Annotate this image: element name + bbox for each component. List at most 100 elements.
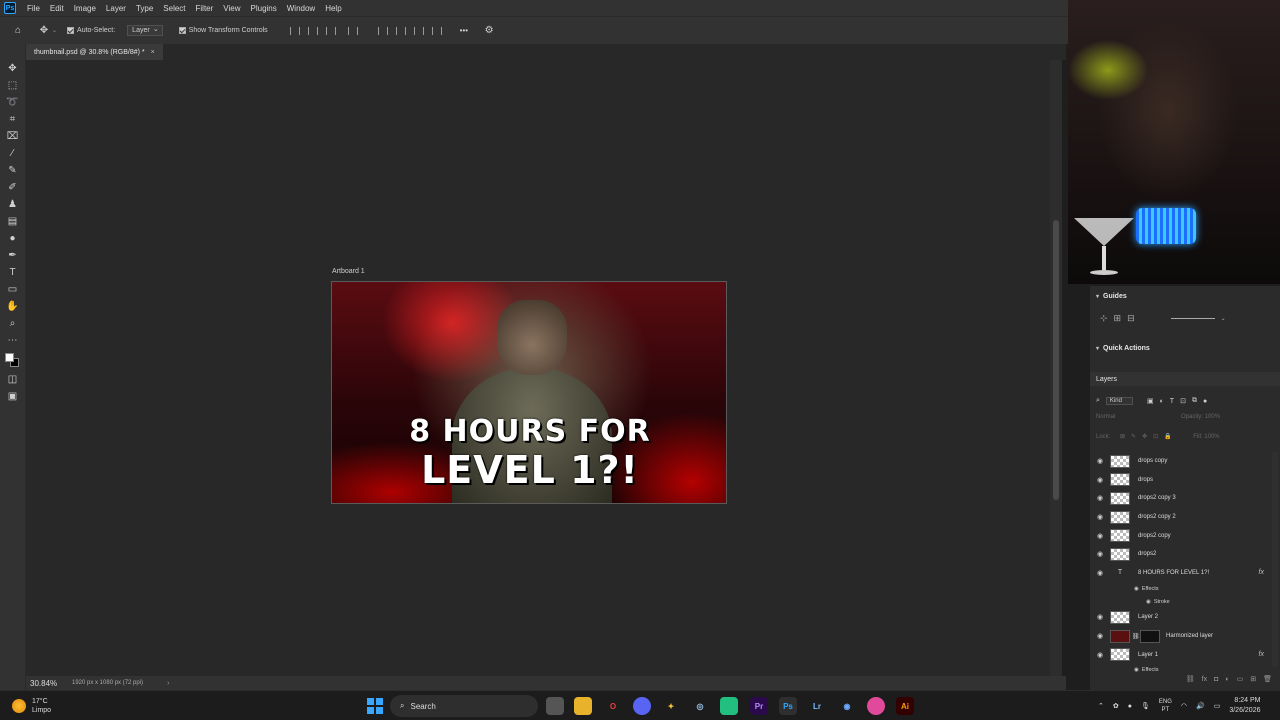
tool-preset-chevron-icon[interactable]: ⌄: [52, 27, 57, 34]
collapse-arrow-icon[interactable]: ▾: [1096, 293, 1099, 300]
menu-file[interactable]: File: [22, 4, 45, 13]
rectangle-tool-icon[interactable]: ▭: [6, 283, 20, 297]
wifi-icon[interactable]: ◠: [1181, 702, 1187, 710]
eye-icon[interactable]: ◉: [1146, 599, 1151, 605]
tray-app-icon[interactable]: ●: [1128, 703, 1132, 710]
fx-icon[interactable]: fx: [1259, 651, 1264, 658]
brush-tool-icon[interactable]: ✐: [6, 181, 20, 195]
task-view-icon[interactable]: [546, 697, 564, 715]
photoshop-taskbar-icon[interactable]: Ps: [779, 697, 797, 715]
tray-app-icon[interactable]: ✿: [1113, 702, 1119, 710]
collapse-arrow-icon[interactable]: ▾: [1096, 345, 1099, 352]
dodge-tool-icon[interactable]: ●: [6, 232, 20, 246]
guide-layout-icon[interactable]: ⊞: [1114, 313, 1122, 324]
discord-icon[interactable]: [633, 697, 651, 715]
align-bottom-icon[interactable]: [413, 26, 424, 35]
zoom-level[interactable]: 30.84%: [26, 679, 72, 688]
eye-icon[interactable]: ◉: [1090, 532, 1110, 540]
chevron-up-icon[interactable]: ⌃: [1098, 702, 1104, 710]
layer-row[interactable]: ◉ Layer 1 fx: [1090, 645, 1270, 664]
layers-panel-tab[interactable]: Layers: [1090, 372, 1280, 386]
eye-icon[interactable]: ◉: [1090, 651, 1110, 659]
kind-filter-dropdown[interactable]: Kind: [1105, 397, 1133, 405]
browser-icon[interactable]: [867, 697, 885, 715]
layer-row[interactable]: ◉ drops copy: [1090, 452, 1270, 471]
menu-select[interactable]: Select: [158, 4, 190, 13]
align-center-icon[interactable]: [307, 26, 318, 35]
volume-icon[interactable]: 🔊: [1196, 702, 1205, 710]
lock-icons[interactable]: ⊠✎✥⊡🔒: [1120, 434, 1178, 440]
move-tool-icon[interactable]: ✥: [37, 24, 51, 38]
healing-brush-tool-icon[interactable]: ✎: [6, 164, 20, 178]
filter-toggle-icon[interactable]: ●: [1203, 398, 1207, 405]
artboard-thumbnail-image[interactable]: 8 HOURS FOR LEVEL 1?!: [331, 281, 727, 504]
pixel-filter-icon[interactable]: ▣: [1147, 397, 1154, 405]
link-layers-icon[interactable]: ⛓: [1186, 675, 1195, 683]
eye-icon[interactable]: ◉: [1090, 613, 1110, 621]
artboard-label[interactable]: Artboard 1: [332, 268, 365, 275]
layer-row[interactable]: ◉ drops2: [1090, 545, 1270, 564]
quick-mask-icon[interactable]: ◫: [6, 373, 20, 387]
file-explorer-icon[interactable]: [574, 697, 592, 715]
guides-panel-header[interactable]: ▾ Guides: [1090, 289, 1280, 303]
weather-widget[interactable]: 17°C Limpo: [0, 697, 200, 715]
eye-icon[interactable]: ◉: [1090, 569, 1110, 577]
menu-plugins[interactable]: Plugins: [246, 4, 282, 13]
home-icon[interactable]: ⌂: [11, 24, 25, 38]
auto-select-checkbox[interactable]: Auto-Select:: [67, 27, 115, 34]
screen-mode-icon[interactable]: ▣: [6, 390, 20, 404]
eye-icon[interactable]: ◉: [1090, 457, 1110, 465]
text-layer-row[interactable]: ◉ T 8 HOURS FOR LEVEL 1?! fx: [1090, 564, 1270, 583]
distribute-vertical-icon[interactable]: [431, 26, 442, 35]
lightroom-icon[interactable]: Lr: [808, 697, 826, 715]
menu-help[interactable]: Help: [320, 4, 346, 13]
tab-thumbnail[interactable]: thumbnail.psd @ 30.8% (RGB/8#) * ×: [26, 44, 163, 60]
color-swatches[interactable]: [4, 353, 21, 367]
more-options-button[interactable]: •••: [460, 26, 468, 35]
language-indicator[interactable]: ENG PT: [1159, 698, 1172, 714]
eye-icon[interactable]: ◉: [1134, 586, 1139, 592]
align-right-icon[interactable]: [325, 26, 336, 35]
battery-icon[interactable]: ▭: [1214, 702, 1221, 710]
eyedropper-tool-icon[interactable]: ⁄: [6, 147, 20, 161]
menu-image[interactable]: Image: [69, 4, 101, 13]
layer-row[interactable]: ◉ drops2 copy 3: [1090, 489, 1270, 508]
layers-scrollbar[interactable]: [1272, 452, 1278, 667]
auto-select-dropdown[interactable]: Layer: [127, 25, 163, 36]
menu-type[interactable]: Type: [131, 4, 158, 13]
layer-row[interactable]: ◉ drops2 copy 2: [1090, 508, 1270, 527]
crop-tool-icon[interactable]: ⌗: [6, 113, 20, 127]
layer-row[interactable]: ◉ drops2 copy: [1090, 526, 1270, 545]
align-middle-icon[interactable]: [395, 26, 406, 35]
layer-row[interactable]: ◉ Layer 2: [1090, 608, 1270, 627]
eye-icon[interactable]: ◉: [1090, 494, 1110, 502]
add-mask-icon[interactable]: ◘: [1214, 676, 1218, 683]
type-tool-icon[interactable]: T: [6, 266, 20, 280]
menu-window[interactable]: Window: [282, 4, 320, 13]
clone-stamp-tool-icon[interactable]: ♟: [6, 198, 20, 212]
guide-line-style-select[interactable]: [1170, 317, 1215, 319]
effects-row[interactable]: ◉ Effects: [1090, 582, 1270, 595]
guide-grid-icon[interactable]: ⊹: [1100, 313, 1108, 324]
blend-mode-dropdown[interactable]: Normal: [1096, 414, 1115, 420]
object-selection-tool-icon[interactable]: ⌧: [6, 130, 20, 144]
adjustment-filter-icon[interactable]: ◐: [1160, 398, 1164, 405]
zoom-tool-icon[interactable]: ⌕: [6, 317, 20, 331]
menu-layer[interactable]: Layer: [101, 4, 131, 13]
eye-icon[interactable]: ◉: [1090, 476, 1110, 484]
app-icon[interactable]: ✦: [662, 697, 680, 715]
start-button-icon[interactable]: [367, 698, 383, 714]
opera-icon[interactable]: O: [604, 697, 622, 715]
chevron-down-icon[interactable]: ⌄: [1221, 315, 1226, 322]
eye-icon[interactable]: ◉: [1090, 550, 1110, 558]
quick-actions-header[interactable]: ▾ Quick Actions: [1090, 341, 1280, 355]
steam-icon[interactable]: ◎: [691, 697, 709, 715]
gradient-tool-icon[interactable]: ▤: [6, 215, 20, 229]
distribute-icon[interactable]: [347, 26, 358, 35]
fx-icon[interactable]: fx: [1259, 569, 1264, 576]
new-layer-icon[interactable]: ⊞: [1250, 675, 1256, 683]
fx-button-icon[interactable]: fx: [1202, 676, 1207, 683]
vertical-scrollbar[interactable]: [1050, 60, 1062, 676]
scrollbar-thumb[interactable]: [1053, 220, 1059, 500]
menu-view[interactable]: View: [218, 4, 245, 13]
